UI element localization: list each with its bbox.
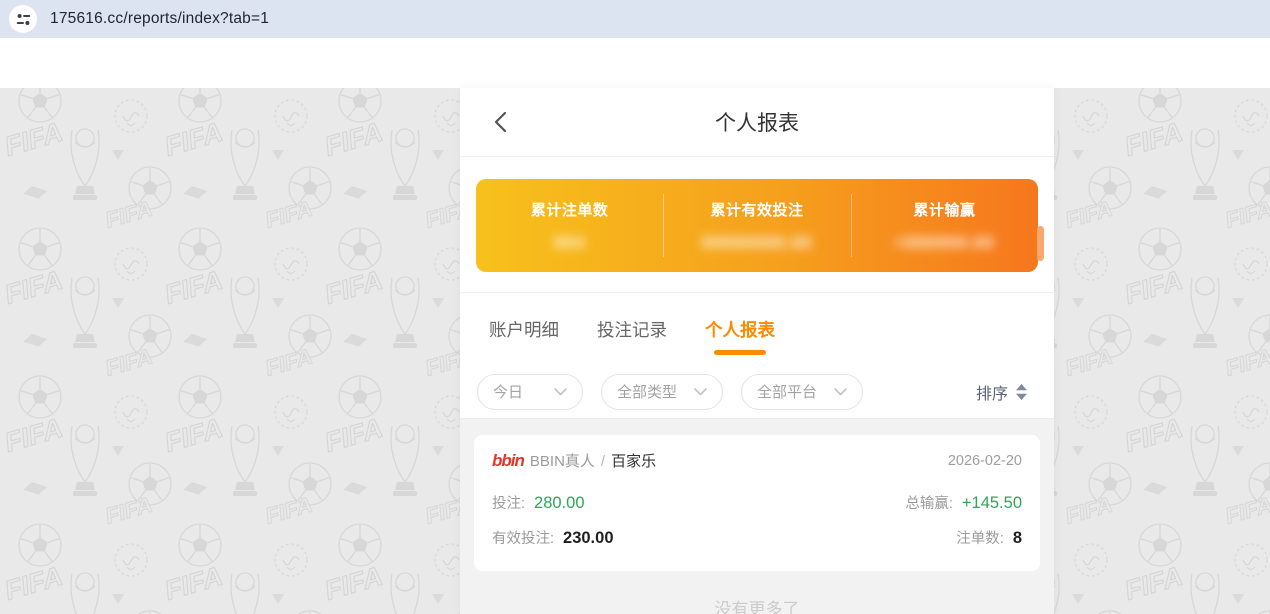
reports-panel: 个人报表 累计注单数 884 累计有效投注 88888888.88 累计输赢 +… (460, 88, 1054, 614)
stat-label: 累计有效投注 (710, 199, 803, 220)
stat-total-winloss: 累计输赢 +888888.88 (851, 179, 1038, 272)
filter-date-dropdown[interactable]: 今日 (477, 374, 583, 410)
filter-platform-value: 全部平台 (757, 381, 817, 402)
report-card[interactable]: bbin BBIN真人 / 百家乐 2026-02-20 投注: 280.00 … (474, 435, 1040, 571)
toggles-icon (16, 12, 31, 27)
bet-label: 投注: (492, 492, 525, 513)
stat-label: 累计输赢 (913, 199, 975, 220)
separator: / (601, 453, 605, 470)
screen: 175616.cc/reports/index?tab=1 (0, 0, 1270, 614)
no-more-text: 没有更多了 (474, 571, 1040, 614)
chevron-down-icon (834, 388, 847, 396)
report-list: bbin BBIN真人 / 百家乐 2026-02-20 投注: 280.00 … (460, 419, 1054, 614)
filter-platform-dropdown[interactable]: 全部平台 (741, 374, 863, 410)
stat-label: 累计注单数 (531, 199, 609, 220)
winloss-field: 总输赢: +145.50 (905, 492, 1022, 513)
bet-field: 投注: 280.00 (492, 492, 585, 513)
bet-value: 280.00 (534, 494, 584, 513)
url-text[interactable]: 175616.cc/reports/index?tab=1 (50, 10, 269, 28)
filter-type-dropdown[interactable]: 全部类型 (601, 374, 723, 410)
valid-bet-value: 230.00 (563, 529, 613, 548)
valid-bet-label: 有效投注: (492, 527, 554, 548)
tab-account-details[interactable]: 账户明细 (489, 293, 559, 365)
chevron-left-icon (494, 111, 507, 133)
chevron-down-icon (694, 388, 707, 396)
report-date: 2026-02-20 (948, 453, 1022, 469)
filter-date-value: 今日 (493, 381, 523, 402)
browser-url-bar[interactable]: 175616.cc/reports/index?tab=1 (0, 0, 1270, 38)
bbin-logo: bbin (492, 451, 524, 471)
report-row-2: 有效投注: 230.00 注单数: 8 (492, 527, 1022, 548)
game-name: 百家乐 (611, 450, 656, 471)
winloss-value: +145.50 (962, 494, 1022, 513)
page-title: 个人报表 (715, 107, 799, 137)
stats-section: 累计注单数 884 累计有效投注 88888888.88 累计输赢 +88888… (460, 157, 1054, 293)
stat-value-blurred: 88888888.88 (702, 233, 812, 253)
filter-type-value: 全部类型 (617, 381, 677, 402)
stat-value-blurred: 884 (554, 233, 585, 253)
report-row-1: 投注: 280.00 总输赢: +145.50 (492, 492, 1022, 513)
sort-arrows-icon (1016, 384, 1027, 400)
provider-info: bbin BBIN真人 / 百家乐 (492, 450, 656, 471)
page-top-whitespace (0, 38, 1270, 88)
bet-count-label: 注单数: (956, 527, 1004, 548)
report-card-header: bbin BBIN真人 / 百家乐 2026-02-20 (492, 450, 1022, 471)
summary-stats-card[interactable]: 累计注单数 884 累计有效投注 88888888.88 累计输赢 +88888… (476, 179, 1038, 272)
bet-count-field: 注单数: 8 (956, 527, 1022, 548)
tab-bet-records[interactable]: 投注记录 (597, 293, 667, 365)
provider-name: BBIN真人 (530, 450, 595, 471)
stat-value-blurred: +888888.88 (894, 233, 994, 253)
panel-header: 个人报表 (460, 88, 1054, 157)
stat-total-bets: 累计注单数 884 (476, 179, 663, 272)
sort-button[interactable]: 排序 (976, 380, 1027, 404)
next-stats-card-peek[interactable] (1037, 226, 1044, 261)
filters: 今日 全部类型 全部平台 排序 (460, 365, 1054, 419)
valid-bet-field: 有效投注: 230.00 (492, 527, 614, 548)
bet-count-value: 8 (1013, 529, 1022, 548)
chevron-down-icon (554, 388, 567, 396)
tabs: 账户明细 投注记录 个人报表 (460, 293, 1054, 365)
sort-label: 排序 (976, 380, 1008, 404)
site-settings-toggles-icon[interactable] (9, 5, 37, 33)
back-button[interactable] (488, 105, 513, 139)
stat-total-valid-bets: 累计有效投注 88888888.88 (663, 179, 850, 272)
winloss-label: 总输赢: (905, 492, 953, 513)
tab-personal-report[interactable]: 个人报表 (705, 293, 775, 365)
